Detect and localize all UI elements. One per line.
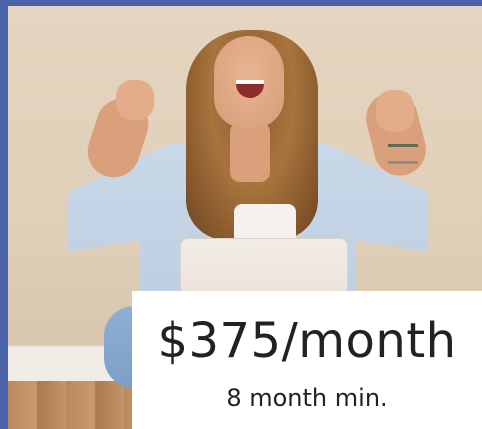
- bracelets: [388, 144, 418, 164]
- person-neck: [230, 122, 270, 182]
- minimum-term: 8 month min.: [226, 384, 388, 412]
- price-amount: $375/month: [157, 313, 457, 369]
- price-card: $375/month 8 month min.: [132, 291, 482, 429]
- person-left-fist: [116, 80, 154, 120]
- promo-banner: $375/month 8 month min.: [0, 0, 482, 429]
- person-right-fist: [376, 90, 414, 132]
